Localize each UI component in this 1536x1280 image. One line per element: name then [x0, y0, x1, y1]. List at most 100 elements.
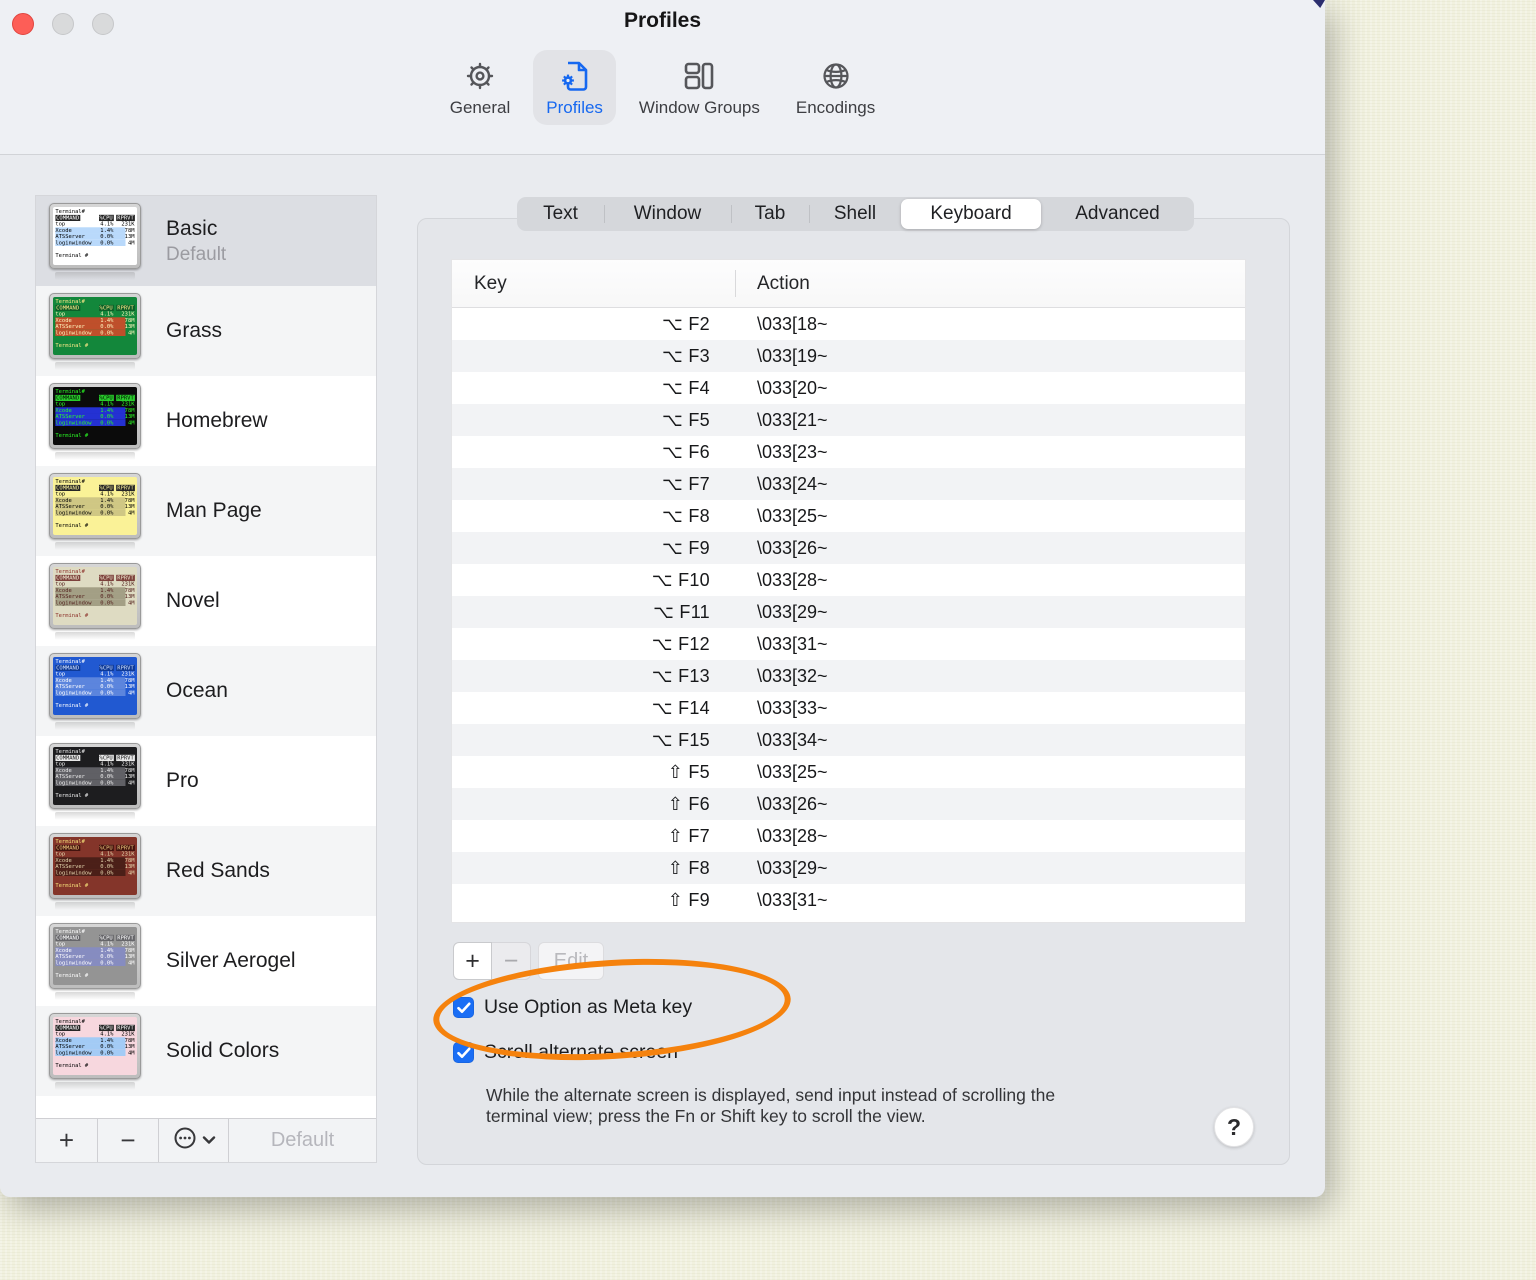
shortcut-row[interactable]: ⌥ F7 \033[24~ — [452, 468, 1245, 500]
tab-window[interactable]: Window — [604, 197, 731, 231]
checkmark-icon — [456, 1002, 471, 1013]
shortcut-row[interactable]: ⌥ F12 \033[31~ — [452, 628, 1245, 660]
profile-row-pro[interactable]: Terminal# COMMAND %CPU RPRVT top 4.1% 231K Xcod… — [36, 736, 376, 826]
shortcut-action: \033[31~ — [757, 889, 828, 910]
shortcut-key: ⌥ F3 — [662, 345, 710, 366]
ellipsis-circle-icon — [172, 1125, 198, 1156]
profile-row-grass[interactable]: Terminal# COMMAND %CPU RPRVT top 4.1% 231K Xcod… — [36, 286, 376, 376]
shortcut-action: \033[28~ — [757, 569, 828, 590]
profile-thumbnail: Terminal# COMMAND %CPU RPRVT top 4.1% 231K Xcod… — [49, 1012, 141, 1090]
shortcut-key: ⌥ F7 — [662, 473, 710, 494]
use-option-as-meta-checkbox-row: Use Option as Meta key — [453, 996, 692, 1019]
profile-sidebar: Terminal# COMMAND %CPU RPRVT top 4.1% 231K Xcod… — [35, 195, 377, 1163]
profile-name: Red Sands — [166, 859, 270, 882]
shortcut-key: ⇧ F8 — [667, 857, 710, 878]
profile-row-silver-aerogel[interactable]: Terminal# COMMAND %CPU RPRVT top 4.1% 231K Xcod… — [36, 916, 376, 1006]
toolbar-item-general[interactable]: General — [437, 50, 523, 125]
checkmark-icon — [456, 1047, 471, 1058]
tab-text[interactable]: Text — [517, 197, 604, 231]
profile-thumbnail: Terminal# COMMAND %CPU RPRVT top 4.1% 231K Xcod… — [49, 832, 141, 910]
toolbar-item-encodings[interactable]: Encodings — [783, 50, 888, 125]
shortcut-row[interactable]: ⌥ F11 \033[29~ — [452, 596, 1245, 628]
use-option-as-meta-label: Use Option as Meta key — [484, 996, 693, 1018]
help-button[interactable]: ? — [1214, 1107, 1254, 1147]
tab-keyboard[interactable]: Keyboard — [901, 199, 1041, 229]
profile-name: Pro — [166, 769, 199, 792]
toolbar-item-label: General — [449, 98, 511, 117]
keyboard-shortcut-table: Key Action ⌥ F2 \033[18~ ⌥ F3 \033[19~ ⌥ F4 \… — [451, 259, 1246, 923]
scroll-alternate-screen-label: Scroll alternate screen — [484, 1041, 679, 1063]
shortcut-action: \033[19~ — [757, 345, 828, 366]
profile-name: Basic — [166, 216, 218, 240]
shortcut-row[interactable]: ⌥ F9 \033[26~ — [452, 532, 1245, 564]
alternate-screen-help-text: While the alternate screen is displayed,… — [486, 1085, 1056, 1126]
shortcut-row[interactable]: ⇧ F5 \033[25~ — [452, 756, 1245, 788]
column-header-key[interactable]: Key — [452, 273, 507, 295]
profile-row-man-page[interactable]: Terminal# COMMAND %CPU RPRVT top 4.1% 231K Xcod… — [36, 466, 376, 556]
use-option-as-meta-checkbox[interactable] — [453, 997, 474, 1018]
add-shortcut-button[interactable]: + — [453, 942, 492, 980]
profile-name: Ocean — [166, 679, 228, 702]
shortcut-row[interactable]: ⌥ F15 \033[34~ — [452, 724, 1245, 756]
shortcut-action: \033[18~ — [757, 313, 828, 334]
profile-row-red-sands[interactable]: Terminal# COMMAND %CPU RPRVT top 4.1% 231K Xcod… — [36, 826, 376, 916]
profile-name: Novel — [166, 589, 220, 612]
tab-tab[interactable]: Tab — [731, 197, 809, 231]
toolbar-item-profiles[interactable]: Profiles — [533, 50, 616, 125]
shortcut-action: \033[25~ — [757, 761, 828, 782]
shortcut-key: ⇧ F9 — [667, 889, 710, 910]
scroll-alternate-screen-checkbox[interactable] — [453, 1042, 474, 1063]
profile-actions-menu-button[interactable] — [159, 1119, 229, 1162]
toolbar-item-window-groups[interactable]: Window Groups — [626, 50, 773, 125]
preferences-toolbar: General Profiles Window Groups Encodings — [0, 50, 1325, 125]
profile-row-homebrew[interactable]: Terminal# COMMAND %CPU RPRVT top 4.1% 231K Xcod… — [36, 376, 376, 466]
profile-name: Grass — [166, 319, 223, 342]
shortcut-row[interactable]: ⌥ F5 \033[21~ — [452, 404, 1245, 436]
profile-row-novel[interactable]: Terminal# COMMAND %CPU RPRVT top 4.1% 231K Xcod… — [36, 556, 376, 646]
shortcut-row[interactable]: ⌥ F13 \033[32~ — [452, 660, 1245, 692]
profile-row-solid-colors[interactable]: Terminal# COMMAND %CPU RPRVT top 4.1% 231K Xcod… — [36, 1006, 376, 1096]
shortcut-action: \033[21~ — [757, 409, 828, 430]
shortcut-row[interactable]: ⌥ F4 \033[20~ — [452, 372, 1245, 404]
profile-thumbnail: Terminal# COMMAND %CPU RPRVT top 4.1% 231K Xcod… — [49, 382, 141, 460]
edit-shortcut-button[interactable]: Edit — [538, 942, 604, 980]
column-header-action[interactable]: Action — [757, 273, 810, 295]
shortcut-row[interactable]: ⌥ F10 \033[28~ — [452, 564, 1245, 596]
tab-advanced[interactable]: Advanced — [1041, 197, 1194, 231]
shortcut-action: \033[24~ — [757, 473, 828, 494]
shortcut-key: ⌥ F2 — [662, 313, 710, 334]
profile-name: Homebrew — [166, 409, 268, 432]
shortcut-key: ⌥ F8 — [662, 505, 710, 526]
shortcut-edit-controls: + − Edit — [453, 942, 604, 980]
remove-profile-button[interactable]: − — [98, 1119, 159, 1162]
shortcut-row[interactable]: ⌥ F14 \033[33~ — [452, 692, 1245, 724]
shortcut-row[interactable]: ⇧ F7 \033[28~ — [452, 820, 1245, 852]
remove-shortcut-button[interactable]: − — [492, 942, 531, 980]
profile-subtitle: Default — [166, 243, 227, 265]
profile-settings-panel: Text Window Tab Shell Keyboard Advanced Key A… — [417, 197, 1290, 1165]
profile-row-ocean[interactable]: Terminal# COMMAND %CPU RPRVT top 4.1% 231K Xcod… — [36, 646, 376, 736]
shortcut-key: ⌥ F9 — [662, 537, 710, 558]
shortcut-key: ⌥ F13 — [651, 665, 710, 686]
shortcut-row[interactable]: ⇧ F9 \033[31~ — [452, 884, 1245, 916]
profile-row-basic[interactable]: Terminal# COMMAND %CPU RPRVT top 4.1% 231K Xcod… — [36, 196, 376, 286]
shortcut-row[interactable]: ⌥ F3 \033[19~ — [452, 340, 1245, 372]
shortcut-row[interactable]: ⇧ F6 \033[26~ — [452, 788, 1245, 820]
table-body: ⌥ F2 \033[18~ ⌥ F3 \033[19~ ⌥ F4 \033[20~ ⌥ F5… — [452, 308, 1245, 916]
shortcut-key: ⌥ F6 — [662, 441, 710, 462]
sidebar-footer: + − Default — [36, 1118, 376, 1162]
tab-shell[interactable]: Shell — [809, 197, 901, 231]
profile-document-icon — [558, 59, 592, 93]
shortcut-row[interactable]: ⌥ F2 \033[18~ — [452, 308, 1245, 340]
default-profile-button[interactable]: Default — [229, 1119, 376, 1162]
add-profile-button[interactable]: + — [36, 1119, 98, 1162]
toolbar-item-label: Profiles — [546, 98, 603, 117]
settings-tab-bar: Text Window Tab Shell Keyboard Advanced — [517, 197, 1194, 231]
column-divider — [735, 270, 736, 297]
scroll-alternate-screen-checkbox-row: Scroll alternate screen — [453, 1041, 678, 1064]
shortcut-row[interactable]: ⇧ F8 \033[29~ — [452, 852, 1245, 884]
profile-thumbnail: Terminal# COMMAND %CPU RPRVT top 4.1% 231K Xcod… — [49, 292, 141, 370]
shortcut-key: ⌥ F15 — [651, 729, 710, 750]
shortcut-row[interactable]: ⌥ F6 \033[23~ — [452, 436, 1245, 468]
shortcut-row[interactable]: ⌥ F8 \033[25~ — [452, 500, 1245, 532]
